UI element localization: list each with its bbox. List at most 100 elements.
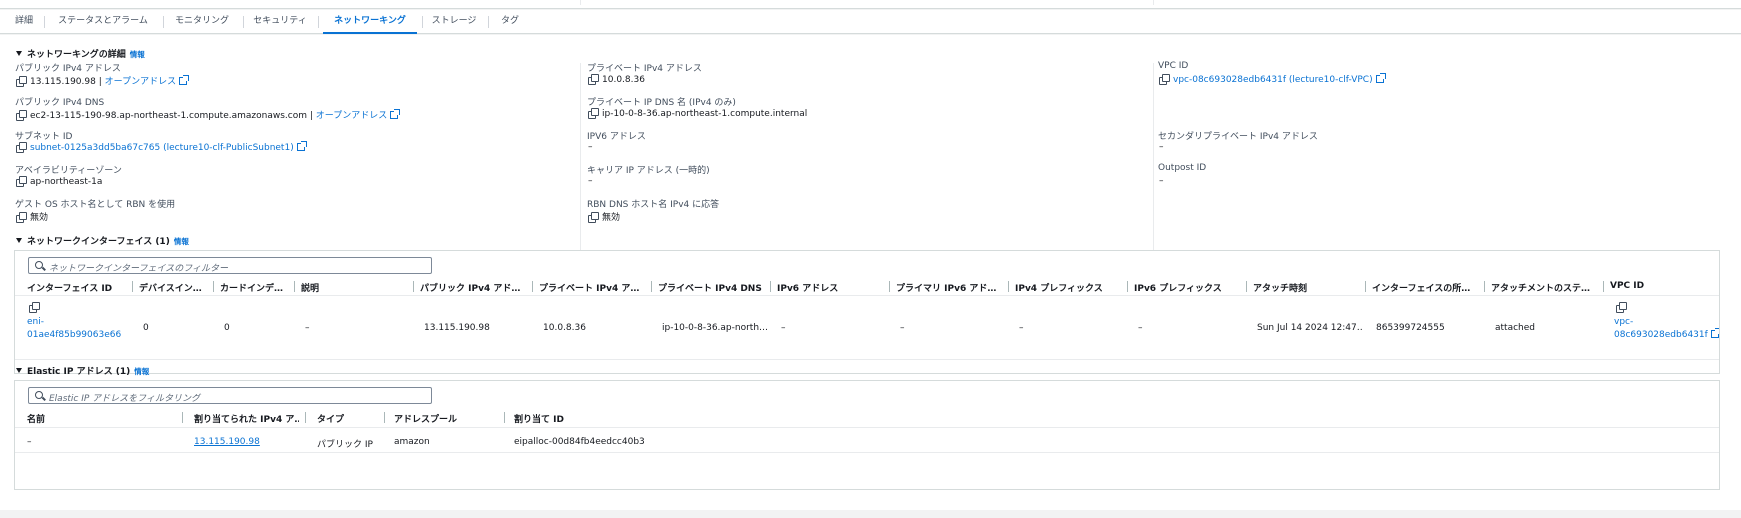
column-resizer[interactable] [132, 281, 133, 292]
ipv4-prefix-cell: – [1019, 323, 1024, 333]
column-resizer[interactable] [504, 412, 505, 423]
column-header[interactable]: IPv6 アドレス [777, 281, 877, 294]
external-link-icon [179, 75, 190, 85]
info-link[interactable]: 情報 [174, 237, 189, 246]
column-header[interactable]: インターフェイスの所… [1372, 281, 1477, 294]
interface-id-part: eni- [27, 317, 44, 327]
tab-storage[interactable]: ストレージ [428, 10, 480, 34]
column-header[interactable]: デバイスイン… [139, 281, 209, 294]
outpost-id-value: – [1159, 176, 1164, 186]
column-header[interactable]: インターフェイス ID [27, 281, 122, 294]
tab-security[interactable]: セキュリティ [250, 10, 310, 34]
open-address-link[interactable]: オープンアドレス [315, 109, 401, 121]
interface-id-link[interactable]: eni- 01ae4f85b99063e66 [27, 316, 121, 342]
column-resizer[interactable] [384, 412, 385, 423]
column-header[interactable]: IPv6 プレフィックス [1134, 281, 1239, 294]
networking-details-toggle[interactable]: ネットワーキングの詳細 情報 [16, 47, 145, 60]
private-dns-label: プライベート IP DNS 名 (IPv4 のみ) [587, 98, 736, 108]
elastic-ip-toggle[interactable]: Elastic IP アドレス (1) 情報 [16, 364, 149, 377]
availability-zone-label: アベイラビリティーゾーン [15, 166, 122, 176]
column-header[interactable]: アドレスプール [394, 412, 494, 425]
public-ipv4-cell: 13.115.190.98 [424, 323, 490, 333]
tab-status-alarms[interactable]: ステータスとアラーム [52, 10, 154, 34]
column-header[interactable]: パブリック IPv4 アド… [420, 281, 520, 294]
open-address-link[interactable]: オープンアドレス [105, 75, 190, 87]
column-resizer[interactable] [1603, 281, 1604, 292]
subnet-id-link[interactable]: subnet-0125a3dd5ba67c765 (lecture10-clf-… [30, 141, 307, 153]
allocation-id-cell: eipalloc-00d84fb4eedcc40b3 [514, 437, 645, 447]
copy-icon[interactable] [588, 74, 599, 85]
divider [1153, 0, 1154, 5]
tab-details[interactable]: 詳細 [8, 10, 40, 34]
copy-icon[interactable] [16, 76, 27, 87]
description-cell: – [305, 323, 310, 333]
tab-tags[interactable]: タグ [496, 10, 524, 34]
private-ipv4-label: プライベート IPv4 アドレス [587, 64, 702, 74]
column-header[interactable]: アタッチ時刻 [1253, 281, 1358, 294]
copy-icon[interactable] [1616, 302, 1627, 313]
type-cell: パブリック IP [317, 440, 373, 450]
filter-placeholder: Elastic IP アドレスをフィルタリング [49, 394, 200, 404]
tab-networking[interactable]: ネットワーキング [323, 10, 417, 34]
column-header[interactable]: IPv4 プレフィックス [1015, 281, 1120, 294]
column-header[interactable]: プライベート IPv4 ア… [539, 281, 639, 294]
copy-icon[interactable] [16, 176, 27, 187]
column-resizer[interactable] [1484, 281, 1485, 292]
column-resizer[interactable] [294, 281, 295, 292]
elastic-ip-link[interactable]: 13.115.190.98 [194, 437, 260, 447]
column-header[interactable]: 説明 [301, 281, 381, 294]
vpc-id-part: 08c693028edb6431f [1614, 330, 1708, 340]
copy-icon[interactable] [588, 108, 599, 119]
copy-icon[interactable] [16, 110, 27, 121]
column-resizer[interactable] [770, 281, 771, 292]
column-header[interactable]: プライベート IPv4 DNS [658, 281, 768, 294]
copy-icon[interactable] [29, 302, 40, 313]
column-resizer[interactable] [305, 412, 306, 423]
column-header[interactable]: タイプ [317, 412, 377, 425]
open-address-text: オープンアドレス [315, 111, 388, 121]
copy-icon[interactable] [1159, 74, 1170, 85]
column-header[interactable]: VPC ID [1610, 281, 1710, 291]
vpc-id-link[interactable]: vpc- 08c693028edb6431f [1614, 316, 1719, 342]
carrier-ip-value: – [588, 176, 593, 186]
column-header[interactable]: 割り当て ID [514, 412, 654, 425]
column-resizer[interactable] [889, 281, 890, 292]
vpc-id-link[interactable]: vpc-08c693028edb6431f (lecture10-clf-VPC… [1173, 73, 1386, 85]
networking-panel: ネットワーキングの詳細 情報 パブリック IPv4 アドレス 13.115.190… [0, 35, 1741, 510]
external-link-icon [1710, 328, 1719, 338]
ipv6-address-value: – [588, 142, 593, 152]
network-interfaces-toggle[interactable]: ネットワークインターフェイス (1) 情報 [16, 234, 189, 247]
pool-cell: amazon [394, 437, 430, 447]
elastic-ip-filter-input[interactable]: Elastic IP アドレスをフィルタリング [28, 387, 432, 404]
instance-tabs: 詳細 ステータスとアラーム モニタリング セキュリティ ネットワーキング ストレ… [0, 10, 1741, 34]
public-ipv4-value: 13.115.190.98 | オープンアドレス [16, 74, 190, 87]
column-resizer[interactable] [182, 412, 183, 423]
public-dns-value: ec2-13-115-190-98.ap-northeast-1.compute… [16, 108, 401, 121]
column-header[interactable]: 名前 [27, 412, 167, 425]
column-header[interactable]: プライマリ IPv6 アド… [896, 281, 1001, 294]
column-header[interactable]: アタッチメントのステ… [1491, 281, 1596, 294]
tab-monitoring[interactable]: モニタリング [170, 10, 234, 34]
copy-icon[interactable] [588, 212, 599, 223]
info-link[interactable]: 情報 [134, 367, 149, 376]
info-link[interactable]: 情報 [130, 50, 145, 59]
column-resizer[interactable] [1365, 281, 1366, 292]
column-header[interactable]: カードインデ… [220, 281, 290, 294]
column-resizer[interactable] [413, 281, 414, 292]
column-resizer[interactable] [532, 281, 533, 292]
column-resizer[interactable] [651, 281, 652, 292]
tab-divider [163, 16, 164, 28]
network-interface-filter-input[interactable]: ネットワークインターフェイスのフィルター [28, 257, 432, 274]
row-divider [15, 359, 1719, 360]
column-resizer[interactable] [213, 281, 214, 292]
copy-icon[interactable] [16, 212, 27, 223]
tab-divider [243, 16, 244, 28]
caret-down-icon [16, 51, 22, 56]
column-resizer[interactable] [1246, 281, 1247, 292]
column-header[interactable]: 割り当てられた IPv4 ア… [194, 412, 299, 425]
column-resizer[interactable] [1127, 281, 1128, 292]
copy-icon[interactable] [16, 142, 27, 153]
external-link-icon [296, 141, 307, 151]
column-resizer[interactable] [1008, 281, 1009, 292]
tab-divider [318, 16, 319, 28]
